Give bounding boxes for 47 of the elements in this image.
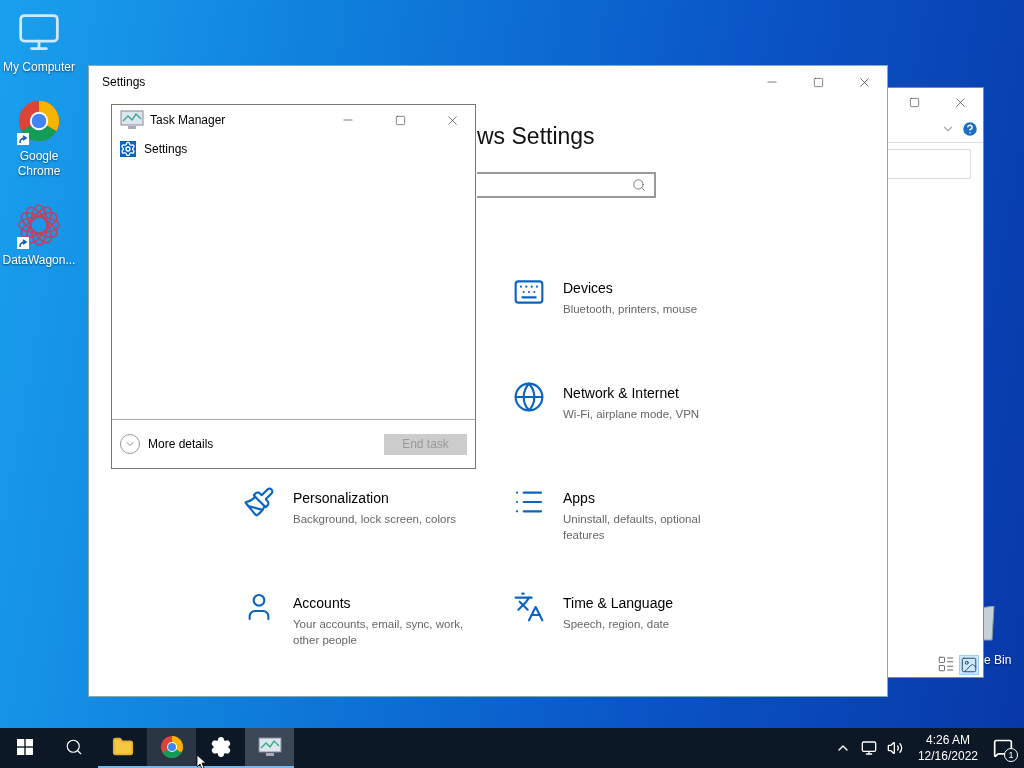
category-description: Speech, region, date — [563, 617, 671, 632]
category-description: Wi-Fi, airplane mode, VPN — [563, 407, 701, 422]
category-description: Background, lock screen, colors — [293, 512, 457, 527]
paintbrush-icon — [243, 486, 275, 518]
more-details-button[interactable]: More details — [120, 434, 376, 454]
search-field[interactable] — [477, 172, 656, 198]
cursor-icon — [197, 755, 207, 768]
windows-logo-icon — [16, 739, 33, 755]
chrome-icon — [17, 99, 61, 143]
category-title[interactable]: Accounts — [293, 595, 473, 611]
maximize-icon — [394, 114, 406, 126]
desktop-icon-label: Google Chrome — [16, 149, 62, 179]
thumbnail-view-icon[interactable] — [959, 655, 979, 675]
flower-pattern-icon — [17, 203, 61, 247]
language-icon — [513, 591, 545, 623]
category-title[interactable]: Time & Language — [563, 595, 743, 611]
maximize-icon — [908, 96, 920, 108]
app-name[interactable]: Settings — [144, 142, 188, 156]
globe-icon — [513, 381, 545, 413]
category-title[interactable]: Devices — [563, 280, 743, 296]
maximize-icon — [812, 76, 824, 88]
desktop-icon-label: My Computer — [2, 60, 76, 75]
desktop-icon-label: DataWagon... — [1, 253, 77, 268]
taskbar-button[interactable] — [245, 728, 294, 768]
category-description: Uninstall, defaults, optional features — [563, 512, 702, 543]
taskbar-button[interactable] — [147, 728, 196, 768]
clock[interactable]: 4:26 AM 12/16/2022 — [909, 732, 986, 764]
chrome-icon — [159, 735, 184, 759]
category-description: Bluetooth, printers, mouse — [563, 302, 699, 317]
category-title[interactable]: Apps — [563, 490, 743, 506]
category-description: Your accounts, email, sync, work, other people — [293, 617, 465, 648]
category-title[interactable]: Personalization — [293, 490, 473, 506]
search-icon — [64, 738, 83, 756]
search-icon — [632, 178, 646, 192]
desktop-icon-label: e Bin — [984, 653, 1012, 667]
task-manager-icon — [257, 737, 282, 757]
task-manager-icon — [120, 110, 144, 130]
page-heading: ws Settings — [477, 123, 595, 150]
window-title: Task Manager — [150, 113, 227, 127]
window-title: Settings — [102, 75, 147, 89]
settings-icon — [120, 141, 136, 157]
settings-icon — [209, 736, 232, 758]
details-view-icon[interactable] — [937, 655, 955, 673]
category-title[interactable]: Network & Internet — [563, 385, 743, 401]
help-icon[interactable] — [961, 120, 979, 138]
folder-icon — [111, 736, 134, 758]
notification-button[interactable]: 1 — [990, 728, 1016, 768]
